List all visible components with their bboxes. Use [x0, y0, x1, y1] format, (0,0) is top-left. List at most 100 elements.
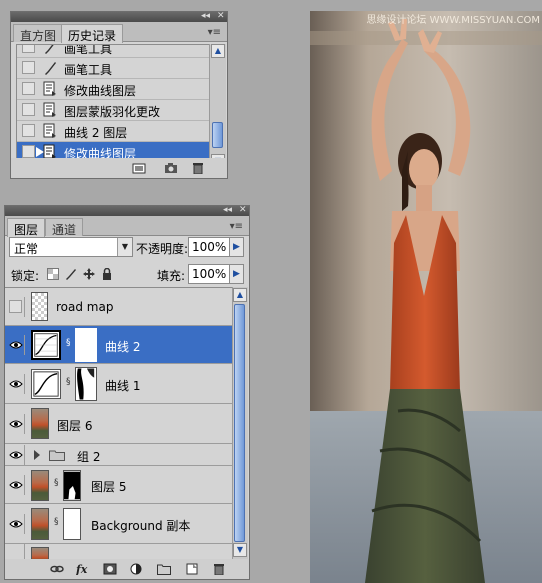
opacity-field[interactable]: 100%	[188, 237, 230, 257]
collapse-icon[interactable]: ◂◂	[223, 205, 232, 215]
layers-scrollbar[interactable]: ▲ ▼	[232, 287, 248, 559]
tab-layers[interactable]: 图层	[7, 218, 46, 237]
expand-triangle-icon[interactable]	[33, 450, 41, 460]
scroll-thumb[interactable]	[234, 304, 245, 542]
lock-transparent-pixels-icon[interactable]	[47, 268, 59, 280]
layer-name: 图层 6	[57, 419, 93, 433]
add-mask-icon[interactable]	[103, 563, 117, 575]
layer-row[interactable]: § 曲线 1	[5, 364, 233, 404]
link-chain-icon[interactable]: §	[54, 478, 60, 488]
eye-icon	[9, 380, 23, 388]
history-scrollbar[interactable]: ▲ ▼	[209, 44, 226, 170]
link-chain-icon[interactable]: §	[66, 338, 72, 348]
layer-mask-thumbnail[interactable]	[63, 508, 81, 540]
blend-mode-value: 正常	[14, 242, 39, 256]
layer-name: road map	[56, 300, 114, 314]
visibility-off-box	[9, 300, 22, 313]
history-source-checkbox[interactable]	[22, 45, 35, 53]
lock-image-pixels-icon[interactable]	[65, 268, 77, 280]
history-item[interactable]: 画笔工具	[17, 44, 220, 58]
layer-row[interactable]: 图层 6	[5, 404, 233, 444]
layer-visibility-toggle[interactable]	[7, 544, 25, 559]
tab-histogram[interactable]: 直方图	[13, 24, 64, 43]
opacity-label: 不透明度:	[136, 242, 189, 256]
delete-layer-icon[interactable]	[212, 563, 226, 575]
curves-adjustment-icon	[31, 369, 61, 399]
layer-visibility-toggle[interactable]	[7, 297, 25, 317]
new-layer-icon[interactable]	[185, 563, 199, 575]
blend-mode-select[interactable]: 正常 ▼	[9, 237, 133, 257]
history-source-checkbox[interactable]	[22, 124, 35, 137]
layer-row[interactable]: § Background 副本	[5, 504, 233, 544]
layer-mask-thumbnail[interactable]	[75, 367, 97, 401]
fill-slider-arrow-icon[interactable]: ▶	[229, 264, 244, 284]
brush-icon	[45, 62, 56, 75]
history-item-label: 画笔工具	[64, 44, 113, 56]
layer-name: Background 副本	[91, 519, 191, 533]
history-panel-titlebar[interactable]: ◂◂ ✕	[11, 11, 227, 22]
collapse-icon[interactable]: ◂◂	[201, 11, 210, 21]
history-item[interactable]: 曲线 2 图层	[17, 121, 220, 142]
history-state-icon	[43, 123, 56, 138]
eye-icon	[9, 341, 23, 349]
fill-field[interactable]: 100%	[188, 264, 230, 284]
history-item[interactable]: 修改曲线图层	[17, 79, 220, 100]
link-layers-icon[interactable]	[50, 563, 64, 575]
svg-text:fx: fx	[76, 563, 88, 575]
layer-thumbnail	[31, 470, 49, 501]
layer-style-fx-icon[interactable]: fx	[76, 563, 90, 575]
eye-icon	[9, 451, 23, 459]
layer-visibility-toggle[interactable]	[7, 475, 25, 495]
history-item[interactable]: 画笔工具	[17, 58, 220, 79]
chevron-down-icon[interactable]: ▼	[117, 238, 132, 256]
layer-row-partial[interactable]	[5, 544, 233, 559]
adjustment-layer-icon[interactable]	[129, 563, 143, 575]
layer-visibility-toggle[interactable]	[7, 414, 25, 434]
layer-visibility-toggle[interactable]	[7, 335, 25, 355]
new-document-from-state-icon[interactable]	[132, 162, 146, 174]
eye-icon	[9, 481, 23, 489]
scroll-up-icon[interactable]: ▲	[211, 44, 225, 58]
lock-all-icon[interactable]	[101, 268, 113, 280]
layer-visibility-toggle[interactable]	[7, 445, 25, 465]
scroll-up-icon[interactable]: ▲	[233, 288, 247, 302]
layer-mask-thumbnail[interactable]	[63, 470, 81, 501]
layer-mask-thumbnail[interactable]	[75, 328, 97, 362]
layer-row[interactable]: road map	[5, 288, 233, 326]
layer-name: 曲线 2	[105, 340, 141, 354]
layer-group-row[interactable]: 组 2	[5, 444, 233, 466]
document-canvas[interactable]: 思缘设计论坛 WWW.MISSYUAN.COM	[310, 11, 542, 583]
opacity-slider-arrow-icon[interactable]: ▶	[229, 237, 244, 257]
delete-state-icon[interactable]	[191, 162, 205, 174]
lock-position-icon[interactable]	[83, 268, 95, 280]
tab-history[interactable]: 历史记录	[61, 24, 124, 43]
history-tabrow: 直方图 历史记录 ▾≡	[11, 22, 227, 43]
new-group-icon[interactable]	[157, 563, 171, 575]
close-icon[interactable]: ✕	[217, 11, 225, 21]
curves-adjustment-icon	[31, 330, 61, 360]
history-state-icon	[43, 102, 56, 117]
history-source-checkbox[interactable]	[22, 103, 35, 116]
layer-visibility-toggle[interactable]	[7, 514, 25, 534]
history-source-checkbox[interactable]	[22, 145, 35, 158]
new-snapshot-icon[interactable]	[164, 162, 178, 174]
layers-panel-titlebar[interactable]: ◂◂ ✕	[5, 205, 249, 216]
panel-menu-icon[interactable]: ▾≡	[208, 27, 221, 38]
history-source-checkbox[interactable]	[22, 82, 35, 95]
link-chain-icon[interactable]: §	[66, 377, 72, 387]
scroll-down-icon[interactable]: ▼	[233, 543, 247, 557]
history-source-checkbox[interactable]	[22, 61, 35, 74]
fill-label: 填充:	[157, 269, 186, 283]
link-chain-icon[interactable]: §	[54, 517, 60, 527]
history-item[interactable]: 图层蒙版羽化更改	[17, 100, 220, 121]
close-icon[interactable]: ✕	[239, 205, 247, 215]
layer-row[interactable]: § 图层 5	[5, 466, 233, 504]
layer-thumbnail	[31, 292, 48, 321]
scroll-thumb[interactable]	[212, 122, 223, 148]
layer-row-selected[interactable]: § 曲线 2	[5, 326, 233, 364]
history-item-label: 曲线 2 图层	[64, 126, 128, 140]
panel-menu-icon[interactable]: ▾≡	[230, 221, 243, 232]
tab-channels[interactable]: 通道	[45, 218, 84, 237]
layer-visibility-toggle[interactable]	[7, 374, 25, 394]
history-item-label: 画笔工具	[64, 63, 113, 77]
